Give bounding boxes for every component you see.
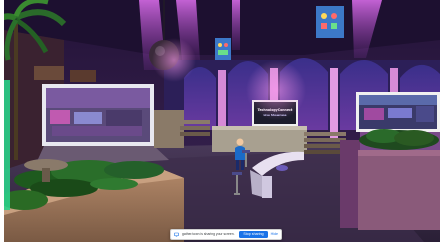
stop-sharing-button[interactable]: Stop sharing (239, 231, 268, 238)
sharing-message: gather.town is sharing your screen. (182, 231, 235, 236)
screen-sharing-bar: gather.town is sharing your screen. Stop… (170, 229, 282, 240)
right-foreground-pillar (340, 129, 440, 230)
screen-share-icon (174, 232, 179, 237)
venue-3d-scene[interactable]: TechnologyConnect Live Showcase (4, 0, 440, 242)
right-display-screen (356, 92, 440, 132)
left-edge-glow (4, 80, 10, 210)
left-planter (4, 160, 184, 242)
hide-button[interactable]: Hide (271, 232, 278, 237)
virtual-venue-view[interactable]: TechnologyConnect Live Showcase (4, 0, 440, 242)
left-display-screen (42, 84, 154, 146)
